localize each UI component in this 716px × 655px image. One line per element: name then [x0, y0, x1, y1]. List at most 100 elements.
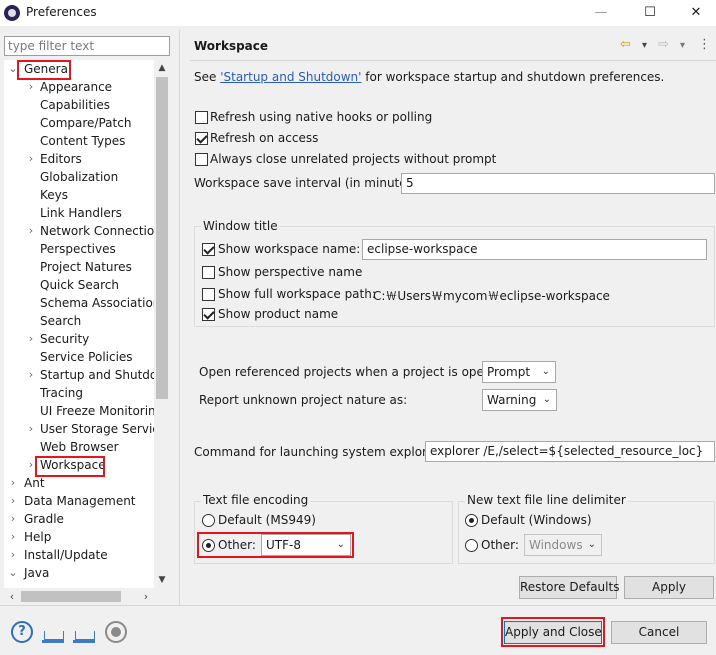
scroll-thumb[interactable]: [156, 77, 168, 399]
tree-item[interactable]: Data Management: [24, 492, 136, 510]
tree-item[interactable]: Project Natures: [40, 258, 132, 276]
tree-item[interactable]: Content Types: [40, 132, 125, 150]
tree-item[interactable]: Web Browser: [40, 438, 119, 456]
tree-item[interactable]: UI Freeze Monitoring: [40, 402, 154, 420]
show-perspective-checkbox[interactable]: [202, 266, 215, 279]
eclipse-app-icon: [4, 5, 20, 21]
tree-item[interactable]: User Storage Service: [40, 420, 154, 438]
scroll-left-icon[interactable]: ‹: [4, 588, 20, 605]
tree-item[interactable]: Java: [24, 564, 49, 582]
restore-defaults-button[interactable]: Restore Defaults: [519, 576, 619, 599]
tree-item[interactable]: Keys: [40, 186, 68, 204]
tree-item[interactable]: Tracing: [40, 384, 83, 402]
tree-item[interactable]: Capabilities: [40, 96, 110, 114]
encoding-default-label: Default (MS949): [218, 513, 316, 527]
apply-button[interactable]: Apply: [624, 576, 714, 599]
back-arrow-icon[interactable]: ⇦: [620, 37, 631, 52]
tree-vertical-scrollbar[interactable]: ▲ ▼: [154, 60, 170, 590]
panel-splitter[interactable]: [179, 30, 180, 606]
tree-item[interactable]: Quick Search: [40, 276, 119, 294]
encoding-default-radio[interactable]: [202, 514, 215, 527]
unknown-nature-label: Report unknown project nature as:: [199, 393, 408, 407]
chevron-right-icon[interactable]: ›: [26, 420, 36, 438]
tree-item[interactable]: Link Handlers: [40, 204, 122, 222]
tree-horizontal-scrollbar[interactable]: ‹ ›: [4, 588, 154, 605]
full-path-value: C:￦Users￦mycom￦eclipse-workspace: [373, 289, 610, 303]
delimiter-other-radio[interactable]: [465, 539, 478, 552]
import-icon[interactable]: [42, 621, 64, 643]
tree-item[interactable]: Security: [40, 330, 89, 348]
page-title: Workspace: [194, 39, 269, 53]
tree-item[interactable]: Startup and Shutdown: [40, 366, 154, 384]
delimiter-other-label: Other:: [481, 538, 519, 552]
window-title: Preferences: [26, 5, 97, 19]
chevron-down-icon: ⌄: [541, 366, 550, 377]
tree-item[interactable]: Editors: [40, 150, 82, 168]
tree-item[interactable]: Globalization: [40, 168, 118, 186]
refresh-access-checkbox[interactable]: [195, 132, 208, 145]
tree-item[interactable]: Network Connections: [40, 222, 154, 240]
refresh-access-label: Refresh on access: [210, 131, 319, 145]
intro-text: See 'Startup and Shutdown' for workspace…: [194, 70, 664, 84]
preferences-tree[interactable]: ⌄ General › Appearance Capabilities Compare/P…: [4, 60, 154, 590]
forward-arrow-icon[interactable]: ⇨: [658, 37, 669, 52]
chevron-right-icon[interactable]: ›: [8, 528, 18, 546]
tree-item[interactable]: Schema Associations: [40, 294, 154, 312]
tree-item[interactable]: Install/Update: [24, 546, 108, 564]
chevron-right-icon[interactable]: ›: [8, 510, 18, 528]
refresh-native-checkbox[interactable]: [195, 111, 208, 124]
scroll-up-icon[interactable]: ▲: [154, 60, 170, 76]
show-full-path-label: Show full workspace path:: [218, 287, 376, 301]
encoding-group-label: Text file encoding: [201, 493, 311, 507]
startup-shutdown-link[interactable]: 'Startup and Shutdown': [220, 70, 361, 84]
chevron-down-icon: ⌄: [542, 394, 551, 405]
chevron-right-icon[interactable]: ›: [8, 492, 18, 510]
chevron-right-icon[interactable]: ›: [26, 78, 36, 96]
back-menu-icon[interactable]: ▾: [642, 40, 647, 51]
chevron-right-icon[interactable]: ›: [26, 150, 36, 168]
record-icon[interactable]: [105, 621, 127, 643]
nav-toolbar: ⇦ ▾ ⇨ ▾ ⋮: [620, 37, 716, 55]
chevron-down-icon[interactable]: ⌄: [8, 564, 18, 582]
open-referenced-select[interactable]: Prompt ⌄: [482, 361, 556, 383]
workspace-name-input[interactable]: eclipse-workspace: [362, 239, 707, 260]
tree-item[interactable]: Appearance: [40, 78, 112, 96]
tree-item[interactable]: Gradle: [24, 510, 64, 528]
unknown-nature-select[interactable]: Warning ⌄: [482, 389, 557, 411]
tree-item[interactable]: Search: [40, 312, 81, 330]
help-icon[interactable]: ?: [11, 621, 33, 643]
view-menu-icon[interactable]: ⋮: [698, 37, 711, 52]
hscroll-thumb[interactable]: [21, 591, 121, 602]
chevron-right-icon[interactable]: ›: [26, 222, 36, 240]
close-button[interactable]: ✕: [673, 0, 716, 26]
show-perspective-label: Show perspective name: [218, 265, 363, 279]
highlight-general: [17, 60, 71, 80]
tree-item[interactable]: Help: [24, 528, 51, 546]
tree-item[interactable]: Service Policies: [40, 348, 133, 366]
explorer-command-input[interactable]: explorer /E,/select=${selected_resource_…: [425, 441, 715, 462]
delimiter-select[interactable]: Windows ⌄: [524, 534, 602, 556]
highlight-apply-close: [501, 617, 605, 647]
scroll-down-icon[interactable]: ▼: [154, 572, 170, 588]
maximize-button[interactable]: ☐: [627, 0, 673, 26]
cancel-button[interactable]: Cancel: [611, 621, 707, 644]
chevron-right-icon[interactable]: ›: [8, 474, 18, 492]
chevron-right-icon[interactable]: ›: [26, 330, 36, 348]
tree-item[interactable]: Compare/Patch: [40, 114, 131, 132]
forward-menu-icon[interactable]: ▾: [680, 40, 685, 51]
chevron-right-icon[interactable]: ›: [26, 366, 36, 384]
show-workspace-name-checkbox[interactable]: [202, 243, 215, 256]
show-full-path-checkbox[interactable]: [202, 288, 215, 301]
always-close-checkbox[interactable]: [195, 153, 208, 166]
intro-suffix: for workspace startup and shutdown prefe…: [361, 70, 665, 84]
tree-item[interactable]: Perspectives: [40, 240, 116, 258]
minimize-button[interactable]: —: [578, 0, 624, 26]
show-product-checkbox[interactable]: [202, 308, 215, 321]
explorer-command-label: Command for launching system explorer:: [194, 445, 443, 459]
delimiter-default-radio[interactable]: [465, 514, 478, 527]
scroll-right-icon[interactable]: ›: [138, 588, 154, 605]
filter-input[interactable]: [4, 36, 170, 56]
chevron-right-icon[interactable]: ›: [8, 546, 18, 564]
export-icon[interactable]: [73, 621, 95, 643]
save-interval-input[interactable]: 5: [401, 173, 715, 194]
